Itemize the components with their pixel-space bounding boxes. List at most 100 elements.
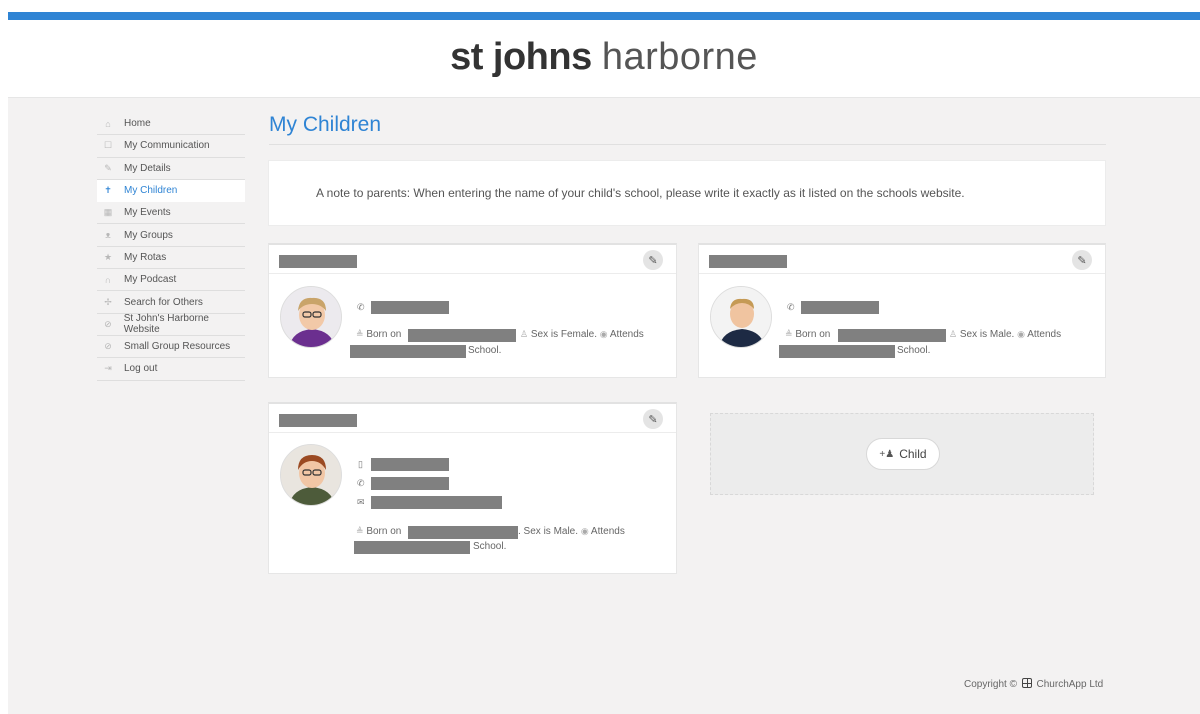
redacted-birthdate <box>838 329 946 342</box>
school-suffix: School. <box>897 345 931 356</box>
logout-icon: ⇥ <box>104 363 112 374</box>
person-icon: ♙ <box>949 329 958 339</box>
cake-icon: ≜ <box>356 526 364 536</box>
add-child-button[interactable]: +♟ Child <box>866 438 940 470</box>
eye-icon: ◉ <box>1017 329 1025 339</box>
pencil-icon: ✎ <box>648 413 658 426</box>
redacted-name <box>279 414 357 427</box>
sidebar-item-label: My Details <box>124 162 171 174</box>
phone-icon: ✆ <box>357 302 365 312</box>
sex-text: Sex is Female. <box>530 329 597 340</box>
sidebar-item-label: Log out <box>124 363 158 375</box>
child-sex-attends: . Sex is Male. ◉ Attends <box>518 526 625 537</box>
attends-label: Attends <box>1027 329 1062 340</box>
sidebar-item-website[interactable]: ⊘ St John's Harborne Website <box>97 313 245 336</box>
top-accent-bar <box>8 12 1200 20</box>
pencil-icon: ✎ <box>1077 254 1087 267</box>
child-card-header: ✎ <box>699 245 1105 274</box>
logo-light-text: harborne <box>601 36 758 78</box>
child-details: ≜ Born on <box>356 329 401 340</box>
sex-text: Sex is Male. <box>959 329 1015 340</box>
born-label: Born on <box>366 526 402 537</box>
sex-text: . Sex is Male. <box>518 526 579 537</box>
user-search-icon: ✢ <box>104 296 112 307</box>
redacted-email <box>371 496 502 509</box>
main-area: ⌂ Home ☐ My Communication ✎ My Details ✝… <box>8 98 1200 714</box>
person-icon: ♙ <box>520 329 529 339</box>
child-card: ✎ ✆ ≜ Born on ♙ Sex is Male. ◉ Attends S… <box>698 243 1106 378</box>
sidebar-item-search-for-others[interactable]: ✢ Search for Others <box>97 291 245 314</box>
company-name[interactable]: ChurchApp Ltd <box>1037 679 1104 690</box>
churchapp-logo-icon <box>1021 678 1032 688</box>
add-person-icon: +♟ <box>879 448 895 460</box>
sidebar-item-small-group-resources[interactable]: ⊘ Small Group Resources <box>97 336 245 359</box>
sidebar-item-log-out[interactable]: ⇥ Log out <box>97 358 245 381</box>
phone-icon: ✆ <box>357 478 365 488</box>
edit-child-button[interactable]: ✎ <box>1072 250 1092 270</box>
sidebar-item-my-details[interactable]: ✎ My Details <box>97 158 245 180</box>
sidebar-item-my-events[interactable]: ▦ My Events <box>97 202 245 225</box>
sidebar-item-label: My Communication <box>124 140 210 152</box>
child-card: ✎ ✆ ≜ Born on ♙ Sex is Female. ◉ Attends <box>268 243 677 378</box>
logo-bold-text: st johns <box>450 36 592 78</box>
school-suffix: School. <box>473 541 507 552</box>
sidebar-item-label: My Podcast <box>124 274 177 286</box>
sidebar-item-my-communication[interactable]: ☐ My Communication <box>97 135 245 158</box>
sidebar-item-label: My Rotas <box>124 251 167 263</box>
footer-copyright: Copyright © ChurchApp Ltd <box>964 678 1103 690</box>
headphones-icon: ∩ <box>104 274 112 285</box>
child-photo <box>711 287 771 347</box>
born-label: Born on <box>795 329 831 340</box>
redacted-phone <box>371 301 449 314</box>
divider <box>269 144 1106 145</box>
calendar-icon: ▦ <box>103 207 113 218</box>
link-icon: ⊘ <box>104 341 112 352</box>
child-sex-attends: ♙ Sex is Male. ◉ Attends <box>949 329 1061 340</box>
eye-icon: ◉ <box>580 526 589 536</box>
sidebar-item-my-podcast[interactable]: ∩ My Podcast <box>97 269 245 292</box>
parent-note-text: A note to parents: When entering the nam… <box>316 186 965 200</box>
edit-child-button[interactable]: ✎ <box>643 250 663 270</box>
email-icon: ✉ <box>357 497 365 507</box>
child-details: ≜ Born on <box>785 329 830 340</box>
child-photo <box>281 287 341 347</box>
redacted-name <box>279 255 357 268</box>
sidebar-item-my-children[interactable]: ✝ My Children <box>97 179 245 203</box>
cake-icon: ≜ <box>356 329 364 339</box>
sidebar-item-label: My Children <box>124 185 178 197</box>
eye-icon: ◉ <box>599 329 608 339</box>
child-icon: ✝ <box>104 185 112 196</box>
home-icon: ⌂ <box>105 118 111 129</box>
group-icon: ᴥ <box>105 230 111 241</box>
redacted-birthdate <box>408 329 516 342</box>
child-avatar <box>280 444 342 506</box>
child-photo <box>281 445 341 505</box>
redacted-mobile <box>371 458 449 471</box>
attends-label: Attends <box>609 329 644 340</box>
add-child-label: Child <box>899 447 927 461</box>
sidebar-item-my-rotas[interactable]: ★ My Rotas <box>97 247 245 270</box>
redacted-school <box>350 345 466 358</box>
copyright-text: Copyright © <box>964 679 1017 690</box>
school-suffix: School. <box>468 345 502 356</box>
site-header: st johns harborne <box>8 20 1200 98</box>
sidebar-item-label: Search for Others <box>124 296 203 308</box>
sidebar-item-my-groups[interactable]: ᴥ My Groups <box>97 224 245 247</box>
sidebar-nav: ⌂ Home ☐ My Communication ✎ My Details ✝… <box>97 113 245 381</box>
sidebar-item-label: Home <box>124 118 151 130</box>
add-child-area: +♟ Child <box>710 413 1094 495</box>
pencil-icon: ✎ <box>648 254 658 267</box>
site-logo[interactable]: st johns harborne <box>8 36 1200 79</box>
sidebar-item-label: Small Group Resources <box>124 341 231 353</box>
mobile-icon: ▯ <box>358 459 363 469</box>
redacted-birthdate <box>408 526 518 539</box>
sidebar-item-label: St John's Harborne Website <box>123 313 209 336</box>
child-sex-attends: ♙ Sex is Female. ◉ Attends <box>520 329 644 340</box>
sidebar-item-home[interactable]: ⌂ Home <box>97 113 245 136</box>
star-icon: ★ <box>103 251 113 262</box>
cake-icon: ≜ <box>785 329 793 339</box>
edit-child-button[interactable]: ✎ <box>643 409 663 429</box>
child-details: ≜ Born on <box>356 526 401 537</box>
redacted-school <box>354 541 470 554</box>
child-card: ✎ ▯ ✆ ✉ ≜ Born on . Sex is Male. ◉ Atten <box>268 402 677 574</box>
